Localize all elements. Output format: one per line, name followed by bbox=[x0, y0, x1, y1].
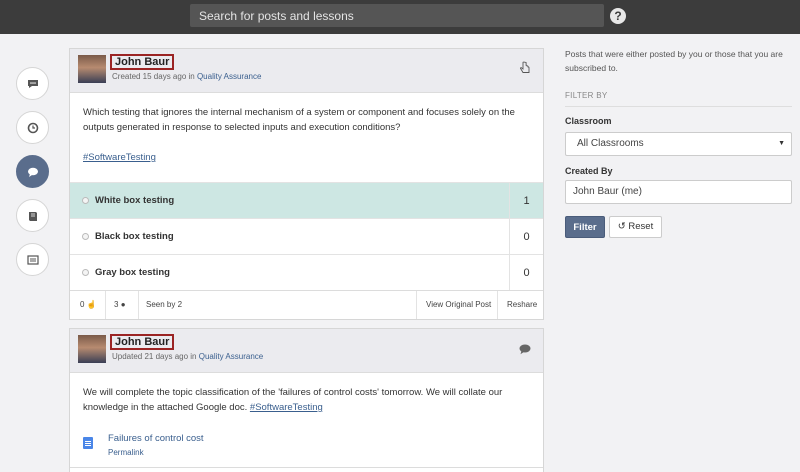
nav-lessons-button[interactable] bbox=[16, 199, 49, 232]
divider bbox=[565, 106, 792, 107]
reshare-link[interactable]: Reshare bbox=[507, 291, 537, 319]
poll-option-count: 0 bbox=[509, 219, 543, 255]
google-doc-icon bbox=[83, 437, 93, 449]
like-count: 0 bbox=[80, 300, 85, 309]
book-icon bbox=[28, 211, 37, 221]
like-count-button[interactable]: 0 ☝ bbox=[80, 291, 97, 319]
comment-icon: ● bbox=[120, 300, 126, 309]
question-text: Which testing that ignores the internal … bbox=[83, 107, 515, 133]
classroom-select[interactable]: All Classrooms ▼ bbox=[565, 132, 792, 156]
comment-count: 3 bbox=[114, 300, 119, 309]
comment-count-button[interactable]: 3 ● bbox=[114, 291, 126, 319]
created-by-field[interactable]: John Baur (me) bbox=[565, 180, 792, 204]
divider bbox=[416, 291, 417, 319]
post-header: John Baur Updated 21 days ago in Quality… bbox=[70, 329, 543, 373]
author-name[interactable]: John Baur bbox=[110, 334, 175, 350]
poll-option-label: Black box testing bbox=[95, 231, 174, 242]
thumbs-up-icon: ☝ bbox=[86, 300, 97, 309]
poll-option[interactable]: Black box testing 0 bbox=[70, 218, 543, 255]
radio-button[interactable] bbox=[82, 233, 89, 240]
help-icon[interactable]: ? bbox=[610, 8, 626, 24]
hashtag-link[interactable]: #SoftwareTesting bbox=[83, 152, 156, 163]
chat-icon bbox=[27, 167, 38, 177]
created-by-label: Created By bbox=[565, 166, 613, 176]
poll-option[interactable]: Gray box testing 0 bbox=[70, 254, 543, 291]
post-card: John Baur Updated 21 days ago in Quality… bbox=[69, 328, 544, 472]
poll-option[interactable]: White box testing 1 bbox=[70, 182, 543, 219]
radio-button[interactable] bbox=[82, 197, 89, 204]
comments-icon bbox=[27, 79, 38, 88]
attachment-title[interactable]: Failures of control cost bbox=[108, 433, 204, 444]
permalink[interactable]: Permalink bbox=[108, 448, 144, 457]
nav-comments-button[interactable] bbox=[16, 67, 49, 100]
nav-recent-button[interactable] bbox=[16, 111, 49, 144]
filter-by-heading: FILTER BY bbox=[565, 91, 608, 100]
post-footer: 0 ☝ 3 ● Seen by 2 View Original Post Res… bbox=[70, 290, 543, 319]
post-header: John Baur Created 15 days ago in Quality… bbox=[70, 49, 543, 93]
filter-button[interactable]: Filter bbox=[565, 216, 605, 238]
divider bbox=[138, 291, 139, 319]
hashtag-link[interactable]: #SoftwareTesting bbox=[250, 402, 323, 413]
classroom-link[interactable]: Quality Assurance bbox=[199, 352, 263, 361]
post-body: We will complete the topic classificatio… bbox=[70, 373, 543, 415]
divider bbox=[105, 291, 106, 319]
classroom-label: Classroom bbox=[565, 116, 612, 126]
seen-by[interactable]: Seen by 2 bbox=[146, 291, 182, 319]
post-meta: Created 15 days ago in Quality Assurance bbox=[112, 72, 262, 81]
divider bbox=[70, 467, 543, 468]
nav-list-button[interactable] bbox=[16, 243, 49, 276]
radio-button[interactable] bbox=[82, 269, 89, 276]
author-name[interactable]: John Baur bbox=[110, 54, 175, 70]
filter-description: Posts that were either posted by you or … bbox=[565, 49, 783, 73]
avatar[interactable] bbox=[78, 55, 106, 83]
classroom-link[interactable]: Quality Assurance bbox=[197, 72, 261, 81]
poll-option-count: 0 bbox=[509, 255, 543, 291]
nav-posts-button[interactable] bbox=[16, 155, 49, 188]
poll-option-count: 1 bbox=[509, 183, 543, 219]
post-body: Which testing that ignores the internal … bbox=[70, 93, 543, 182]
top-bar: ? bbox=[0, 0, 800, 34]
search-box[interactable] bbox=[190, 4, 604, 27]
avatar[interactable] bbox=[78, 335, 106, 363]
search-input[interactable] bbox=[190, 4, 604, 27]
list-icon bbox=[26, 254, 39, 265]
hand-pointer-icon[interactable] bbox=[519, 61, 531, 77]
reset-button[interactable]: ↺ Reset bbox=[609, 216, 662, 238]
view-original-post-link[interactable]: View Original Post bbox=[426, 291, 491, 319]
reset-icon: ↺ bbox=[617, 221, 626, 232]
post-meta: Updated 21 days ago in Quality Assurance bbox=[112, 352, 264, 361]
poll-option-label: White box testing bbox=[95, 195, 175, 206]
caret-down-icon: ▼ bbox=[778, 140, 785, 147]
clock-icon bbox=[27, 122, 38, 133]
post-card: John Baur Created 15 days ago in Quality… bbox=[69, 48, 544, 320]
divider bbox=[497, 291, 498, 319]
comment-icon[interactable] bbox=[519, 344, 531, 358]
poll-option-label: Gray box testing bbox=[95, 267, 170, 278]
